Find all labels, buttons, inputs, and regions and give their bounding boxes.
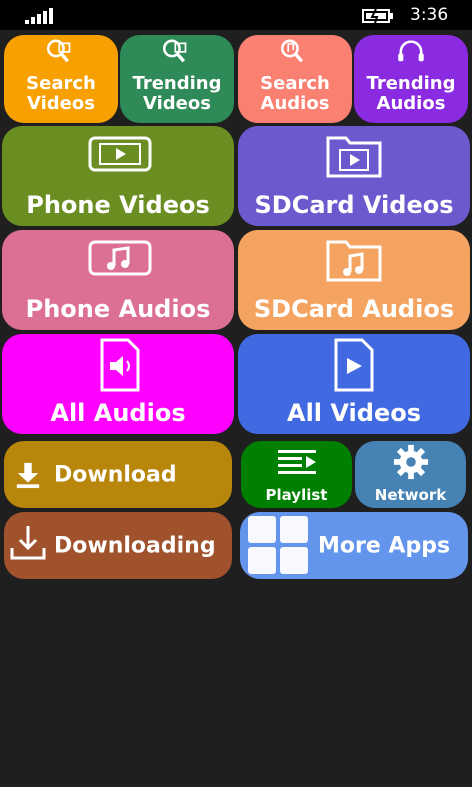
trending-audios-tile[interactable]: Trending Audios (354, 35, 468, 123)
audio-file-icon (100, 338, 140, 392)
search-audios-label: Search Audios (260, 72, 330, 115)
search-audio-icon (280, 39, 304, 63)
signal-bars-icon (25, 8, 53, 24)
video-file-icon (334, 338, 374, 392)
phone-videos-label: Phone Videos (26, 191, 210, 220)
playlist-tile[interactable]: Playlist (241, 441, 352, 508)
phone-audios-label: Phone Audios (25, 295, 211, 324)
downloading-tile[interactable]: Downloading (4, 512, 232, 579)
playlist-icon (278, 450, 316, 474)
phone-audio-icon (88, 240, 152, 276)
all-videos-label: All Videos (287, 399, 421, 428)
downloading-label: Downloading (54, 532, 216, 558)
all-audios-tile[interactable]: All Audios (2, 334, 234, 434)
network-label: Network (374, 485, 447, 504)
sdcard-audios-label: SDCard Audios (253, 295, 455, 324)
download-tile[interactable]: Download (4, 441, 232, 508)
download-label: Download (54, 461, 177, 487)
battery-charging-icon (362, 8, 393, 24)
trending-videos-label: Trending Videos (132, 72, 222, 115)
all-videos-tile[interactable]: All Videos (238, 334, 470, 434)
network-tile[interactable]: Network (355, 441, 466, 508)
status-bar: 3:36 (0, 0, 472, 30)
headphones-icon (398, 40, 424, 62)
gear-icon (393, 444, 429, 480)
all-audios-label: All Audios (50, 399, 186, 428)
trending-video-icon (162, 39, 187, 63)
grid-apps-icon (248, 516, 308, 574)
clock: 3:36 (410, 5, 449, 25)
phone-video-icon (88, 136, 152, 172)
trending-audios-label: Trending Audios (366, 72, 456, 115)
downloading-icon (10, 526, 46, 560)
sdcard-audios-tile[interactable]: SDCard Audios (238, 230, 470, 330)
trending-videos-tile[interactable]: Trending Videos (120, 35, 234, 123)
more-apps-tile[interactable]: More Apps (240, 512, 468, 579)
search-video-icon (46, 39, 71, 63)
download-icon (16, 462, 40, 489)
phone-videos-tile[interactable]: Phone Videos (2, 126, 234, 226)
search-audios-tile[interactable]: Search Audios (238, 35, 352, 123)
phone-audios-tile[interactable]: Phone Audios (2, 230, 234, 330)
sdcard-videos-tile[interactable]: SDCard Videos (238, 126, 470, 226)
folder-video-icon (326, 136, 382, 178)
sdcard-videos-label: SDCard Videos (254, 191, 454, 220)
playlist-label: Playlist (265, 485, 328, 504)
search-videos-label: Search Videos (26, 72, 96, 115)
more-apps-label: More Apps (318, 532, 451, 558)
search-videos-tile[interactable]: Search Videos (4, 35, 118, 123)
folder-audio-icon (326, 240, 382, 282)
